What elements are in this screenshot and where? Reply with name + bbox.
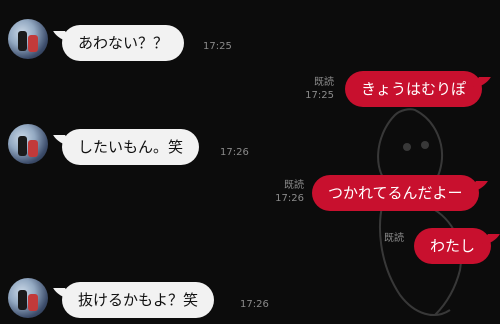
message-bubble-outgoing[interactable]: きょうはむりぽ bbox=[345, 71, 483, 107]
read-receipt: 既読 bbox=[284, 180, 304, 191]
message-bubble-incoming[interactable]: 抜けるかもよ？笑 bbox=[62, 282, 215, 318]
message-meta: 既読 bbox=[370, 234, 404, 244]
avatar[interactable] bbox=[8, 124, 48, 164]
avatar[interactable] bbox=[8, 278, 48, 318]
message-meta: 既読 17:26 bbox=[270, 181, 304, 204]
message-time: 17:26 bbox=[275, 193, 304, 204]
message-time: 17:26 bbox=[240, 299, 269, 310]
message-bubble-incoming[interactable]: あわない？？ bbox=[62, 25, 185, 61]
message-bubble-outgoing[interactable]: つかれてるんだよー bbox=[312, 175, 479, 211]
avatar[interactable] bbox=[8, 19, 48, 59]
read-receipt: 既読 bbox=[384, 233, 404, 244]
message-meta: 既読 17:25 bbox=[298, 78, 334, 101]
message-bubble-outgoing[interactable]: わたし bbox=[414, 228, 492, 264]
message-time: 17:25 bbox=[305, 90, 334, 101]
message-bubble-incoming[interactable]: したいもん。笑 bbox=[62, 129, 200, 165]
message-time: 17:25 bbox=[203, 41, 232, 52]
read-receipt: 既読 bbox=[314, 77, 334, 88]
chat-thread: あわない？？ 17:25 既読 17:25 きょうはむりぽ したいもん。笑 17… bbox=[0, 0, 500, 324]
message-time: 17:26 bbox=[220, 147, 249, 158]
